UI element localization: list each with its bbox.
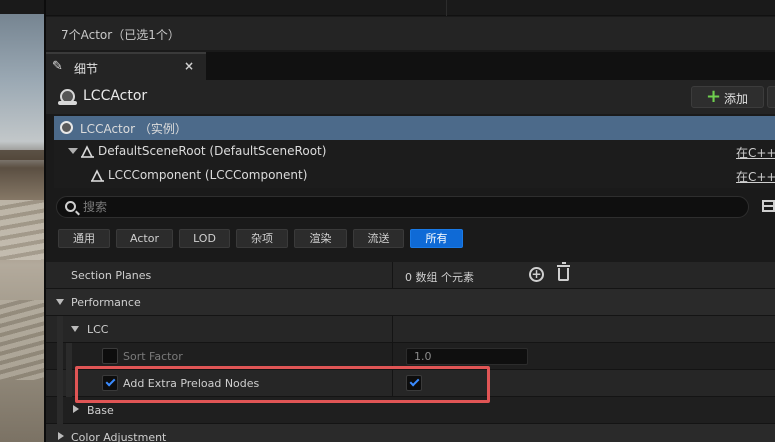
details-search-row	[46, 196, 775, 220]
filter-misc-button[interactable]: 杂项	[236, 229, 288, 248]
property-matrix-icon[interactable]	[762, 200, 775, 212]
outliner-status-bar: 7个Actor（已选1个）	[46, 17, 775, 50]
add-extra-preload-nodes-checkbox[interactable]	[406, 375, 422, 391]
add-component-label: 添加	[724, 92, 749, 106]
indent-guide	[66, 370, 72, 397]
category-label: LCC	[87, 323, 109, 336]
chevron-right-icon[interactable]	[73, 405, 79, 413]
edit-condition-checkbox[interactable]	[102, 375, 118, 391]
scene-component-icon	[91, 169, 104, 182]
actor-name: LCCActor	[83, 88, 148, 104]
filter-actor-button[interactable]: Actor	[116, 229, 173, 248]
sort-factor-field[interactable]: 1.0	[406, 348, 528, 365]
trash-icon[interactable]	[557, 262, 570, 281]
category-color-adjustment[interactable]: Color Adjustment	[46, 424, 775, 442]
actor-count-text: 7个Actor（已选1个）	[61, 28, 180, 42]
chevron-down-icon[interactable]	[68, 148, 78, 154]
plus-icon: +	[706, 86, 722, 107]
search-input[interactable]	[83, 199, 683, 215]
checkmark-icon	[409, 376, 420, 387]
edit-in-cpp-link[interactable]: 在C++5	[736, 144, 775, 161]
viewport-terrain	[0, 150, 46, 160]
category-base[interactable]: Base	[46, 397, 775, 424]
chevron-down-icon[interactable]	[71, 326, 79, 332]
component-label: LCCComponent (LCCComponent)	[108, 168, 308, 182]
indent-guide	[57, 343, 63, 370]
category-performance[interactable]: Performance	[46, 289, 775, 316]
level-viewport[interactable]	[0, 0, 46, 442]
search-icon	[65, 201, 76, 212]
component-tree: LCCActor （实例） DefaultSceneRoot (DefaultS…	[54, 116, 775, 188]
indent-guide	[57, 316, 63, 343]
property-label: Add Extra Preload Nodes	[123, 377, 260, 390]
viewport-terrain	[0, 300, 46, 380]
tab-strip: ✎ 细节 ×	[46, 52, 775, 80]
checkmark-icon	[105, 376, 116, 387]
actor-icon	[58, 89, 77, 105]
category-label: Color Adjustment	[71, 431, 167, 442]
column-divider[interactable]	[392, 316, 393, 343]
edit-in-cpp-link[interactable]: 在C++5	[736, 168, 775, 185]
edit-condition-checkbox[interactable]	[102, 348, 118, 364]
chevron-down-icon[interactable]	[56, 299, 64, 305]
filter-streaming-button[interactable]: 流送	[353, 229, 404, 248]
add-element-icon[interactable]: +	[529, 267, 544, 282]
filter-all-button[interactable]: 所有	[410, 229, 463, 248]
component-row[interactable]: LCCComponent (LCCComponent) 在C++5	[54, 164, 775, 188]
tab-details[interactable]: ✎ 细节 ×	[46, 52, 206, 80]
column-divider[interactable]	[392, 343, 393, 370]
category-label: Performance	[71, 296, 141, 309]
component-row[interactable]: LCCActor （实例）	[54, 116, 775, 140]
column-divider[interactable]	[392, 262, 393, 289]
pencil-icon: ✎	[52, 59, 63, 74]
viewport-terrain	[0, 200, 46, 260]
actor-header: LCCActor + 添加	[46, 80, 775, 114]
component-label: DefaultSceneRoot (DefaultSceneRoot)	[98, 144, 327, 158]
filter-general-button[interactable]: 通用	[58, 229, 110, 248]
category-label: Base	[87, 404, 114, 417]
indent-guide	[57, 370, 63, 397]
column-divider	[446, 0, 447, 16]
property-row-add-extra-preload-nodes: Add Extra Preload Nodes	[46, 370, 775, 397]
array-count-text: 0 数组 个元素	[405, 271, 474, 284]
search-box[interactable]	[56, 196, 749, 218]
blueprint-button[interactable]	[767, 86, 775, 108]
viewport-toolbar	[0, 0, 46, 14]
indent-guide	[57, 397, 63, 424]
filter-rendering-button[interactable]: 渲染	[294, 229, 347, 248]
property-label: Section Planes	[71, 269, 152, 282]
details-panel-area: 7个Actor（已选1个） ✎ 细节 × LCCActor + 添加 LCCAc…	[46, 0, 775, 442]
tab-details-label: 细节	[74, 62, 99, 76]
category-lcc[interactable]: LCC	[46, 316, 775, 343]
close-icon[interactable]: ×	[184, 59, 194, 73]
component-label: LCCActor （实例）	[80, 122, 187, 136]
property-row-section-planes: Section Planes 0 数组 个元素 +	[46, 262, 775, 289]
component-row[interactable]: DefaultSceneRoot (DefaultSceneRoot) 在C++…	[54, 140, 775, 164]
chevron-right-icon[interactable]	[58, 432, 64, 440]
property-row-sort-factor: Sort Factor 1.0	[46, 343, 775, 370]
indent-guide	[66, 343, 72, 370]
column-divider[interactable]	[392, 370, 393, 397]
property-label: Sort Factor	[123, 350, 183, 363]
outliner-bottom-strip	[46, 0, 775, 16]
filter-lod-button[interactable]: LOD	[179, 229, 230, 248]
scene-component-icon	[81, 145, 94, 158]
property-list: Section Planes 0 数组 个元素 + Performance LC…	[46, 262, 775, 442]
add-component-button[interactable]: + 添加	[691, 86, 764, 108]
actor-icon	[60, 121, 73, 134]
